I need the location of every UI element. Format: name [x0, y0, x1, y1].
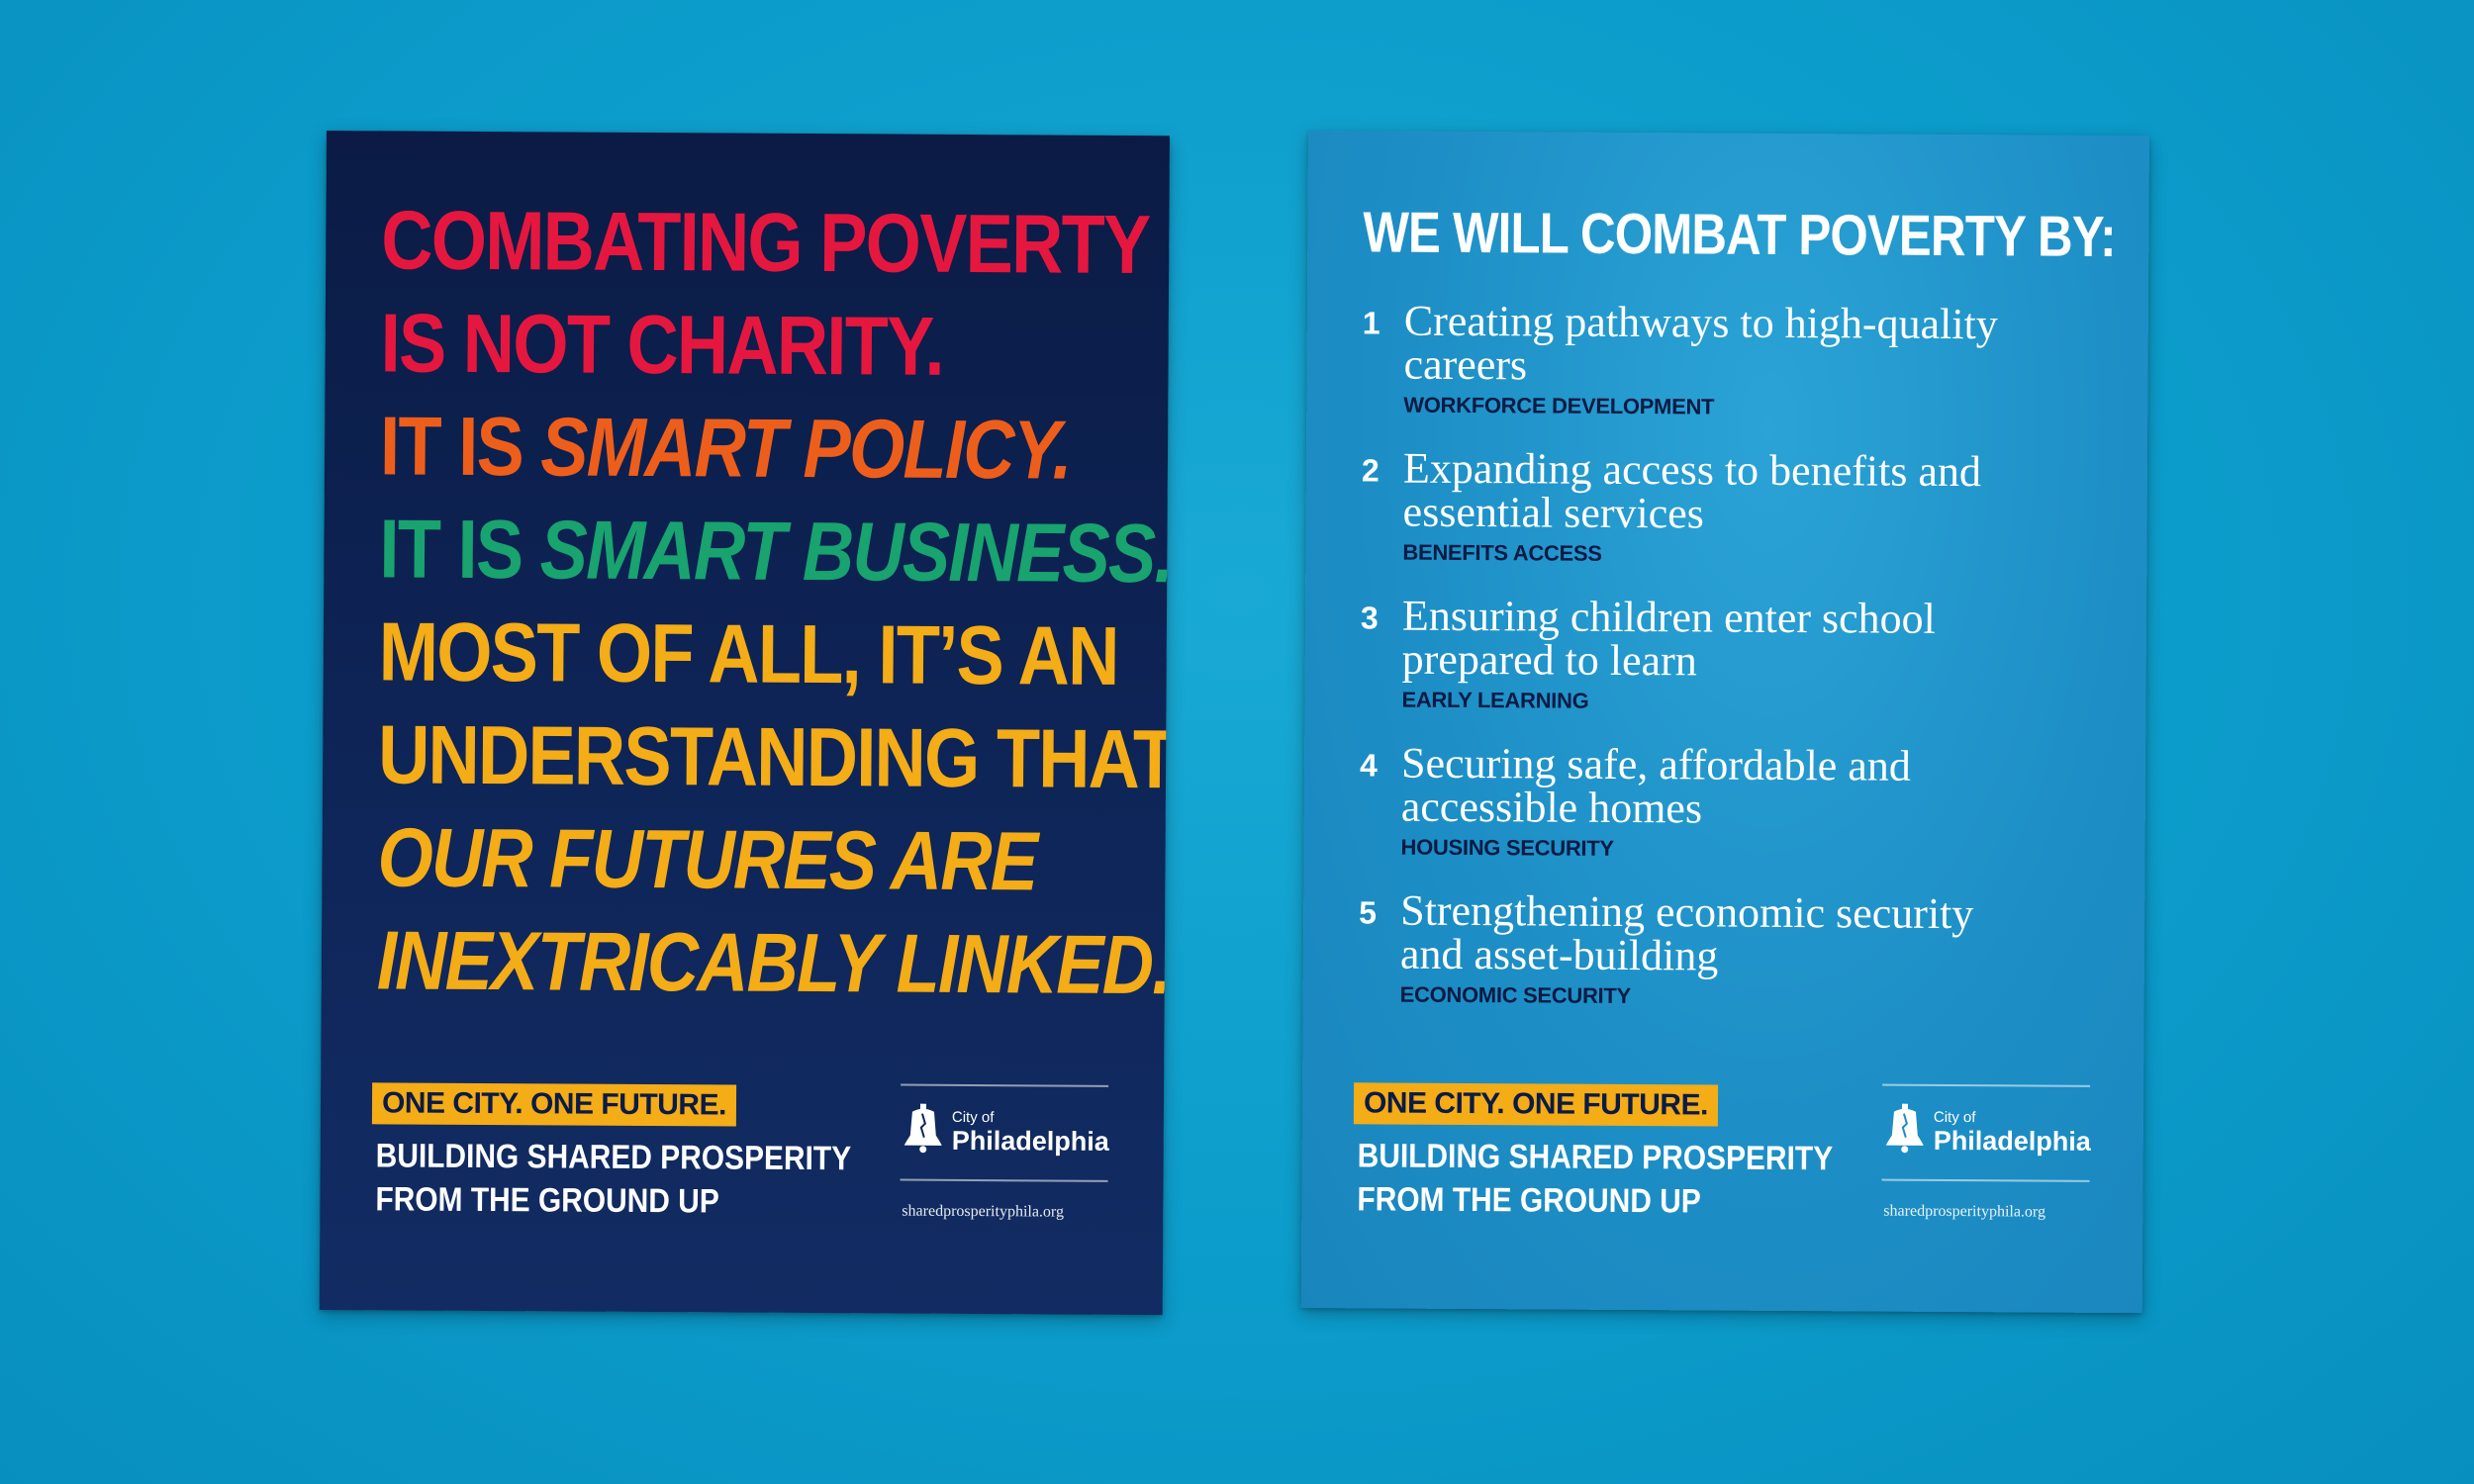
headline-line-2: IS NOT CHARITY. [380, 296, 944, 393]
headline-line-4: IT IS SMART BUSINESS. [379, 497, 1170, 603]
item-number: 3 [1360, 600, 1379, 636]
item-text: Strengthening economic security and asse… [1399, 886, 2074, 980]
item-text: Expanding access to benefits and essenti… [1402, 444, 2077, 538]
headline-line-3-emphasis: SMART POLICY. [540, 400, 1072, 497]
item-number: 4 [1359, 747, 1378, 784]
item-text-line-2: accessible homes [1400, 782, 1703, 833]
headline-line-5: MOST OF ALL, IT’S AN [378, 604, 1118, 702]
item-category: BENEFITS ACCESS [1402, 539, 1602, 566]
item-text-line-2: essential services [1402, 487, 1705, 538]
list-item-4: 4 Securing safe, affordable and accessib… [1360, 739, 2112, 861]
item-text: Creating pathways to high-quality career… [1403, 297, 2077, 391]
sub-tagline-line-2: FROM THE GROUND UP [1357, 1180, 1701, 1221]
list-item-1: 1 Creating pathways to high-quality care… [1363, 297, 2115, 419]
logo-big-text: Philadelphia [951, 1125, 1109, 1157]
list-item-3: 3 Ensuring children enter school prepare… [1361, 592, 2113, 713]
logo-top-rule [901, 1083, 1109, 1087]
item-number: 1 [1362, 305, 1380, 341]
sub-tagline-line-1: BUILDING SHARED PROSPERITY [1357, 1137, 1834, 1178]
sub-tagline-line-2: FROM THE GROUND UP [375, 1180, 719, 1221]
list-title: WE WILL COMBAT POVERTY BY: [1363, 200, 2116, 269]
sub-tagline-line-1: BUILDING SHARED PROSPERITY [375, 1137, 852, 1178]
headline: COMBATING POVERTY IS NOT CHARITY. IT IS … [376, 188, 1170, 1016]
item-number: 5 [1359, 894, 1378, 931]
liberty-bell-icon [904, 1103, 942, 1154]
item-text-line-2: careers [1403, 339, 1528, 390]
item-category: ECONOMIC SECURITY [1399, 981, 1631, 1009]
logo-big-text: Philadelphia [1933, 1125, 2091, 1157]
logo-small-text: City of [1933, 1108, 1976, 1127]
list-item-2: 2 Expanding access to benefits and essen… [1362, 444, 2114, 566]
item-number: 2 [1361, 452, 1380, 489]
headline-line-8: INEXTRICABLY LINKED. [376, 913, 1170, 1012]
liberty-bell-icon [1885, 1103, 1924, 1154]
item-text: Ensuring children enter school prepared … [1401, 592, 2076, 686]
logo-top-rule [1882, 1083, 2091, 1087]
list-item-5: 5 Strengthening economic security and as… [1359, 886, 2111, 1008]
poster-right: WE WILL COMBAT POVERTY BY: 1 Creating pa… [1300, 131, 2149, 1314]
tagline-badge: ONE CITY. ONE FUTURE. [371, 1082, 736, 1127]
headline-line-4-prefix: IT IS [379, 502, 540, 597]
website-url: sharedprosperityphila.org [1883, 1202, 2046, 1221]
headline-line-6: UNDERSTANDING THAT [377, 707, 1170, 806]
poster-left: COMBATING POVERTY IS NOT CHARITY. IT IS … [319, 131, 1170, 1316]
item-text: Securing safe, affordable and accessible… [1400, 739, 2075, 833]
item-category: HOUSING SECURITY [1400, 834, 1614, 861]
logo-bottom-rule [900, 1178, 1108, 1182]
headline-line-7: OUR FUTURES ARE [377, 810, 1037, 908]
logo-bottom-rule [1881, 1178, 2090, 1182]
headline-line-3-prefix: IT IS [379, 399, 541, 494]
item-category: WORKFORCE DEVELOPMENT [1403, 392, 1715, 419]
tagline-badge: ONE CITY. ONE FUTURE. [1353, 1082, 1718, 1127]
headline-line-1: COMBATING POVERTY [381, 193, 1150, 292]
headline-line-4-emphasis: SMART BUSINESS. [539, 503, 1170, 601]
website-url: sharedprosperityphila.org [902, 1202, 1065, 1221]
headline-line-3: IT IS SMART POLICY. [379, 394, 1071, 501]
item-text-line-2: prepared to learn [1401, 634, 1697, 686]
logo-small-text: City of [951, 1108, 995, 1127]
item-category: EARLY LEARNING [1401, 687, 1589, 713]
item-text-line-2: and asset-building [1399, 929, 1719, 980]
